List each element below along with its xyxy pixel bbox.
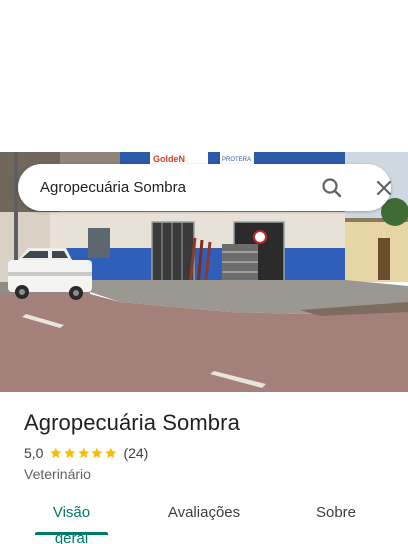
- search-input[interactable]: Agropecuária Sombra: [40, 164, 186, 211]
- sign-text: PROTERA: [222, 157, 251, 163]
- search-icon[interactable]: [318, 174, 346, 202]
- tab-about[interactable]: Sobre: [312, 500, 360, 544]
- place-tabs: Visão geral Avaliações Sobre: [0, 500, 408, 544]
- tab-reviews[interactable]: Avaliações: [164, 500, 244, 544]
- place-title: Agropecuária Sombra: [24, 410, 240, 435]
- place-info-panel: Agropecuária Sombra 5,0 (24) Veterinário…: [0, 392, 408, 544]
- tab-overview[interactable]: Visão geral: [35, 500, 108, 544]
- rating-value: 5,0: [24, 445, 44, 461]
- star-icon: [91, 447, 103, 459]
- rating-row[interactable]: 5,0 (24): [24, 444, 148, 462]
- star-icon: [50, 447, 62, 459]
- review-count: (24): [123, 445, 149, 461]
- star-icon: [77, 447, 90, 459]
- search-bar[interactable]: Agropecuária Sombra: [18, 164, 392, 211]
- sign-brand-text: GoldeN: [153, 154, 185, 164]
- close-icon[interactable]: [370, 174, 398, 202]
- star-rating: [49, 446, 117, 460]
- star-icon: [64, 447, 76, 459]
- place-category: Veterinário: [24, 466, 91, 482]
- active-tab-indicator: [35, 532, 108, 535]
- star-icon: [105, 447, 117, 459]
- map-blank-area: [0, 0, 408, 152]
